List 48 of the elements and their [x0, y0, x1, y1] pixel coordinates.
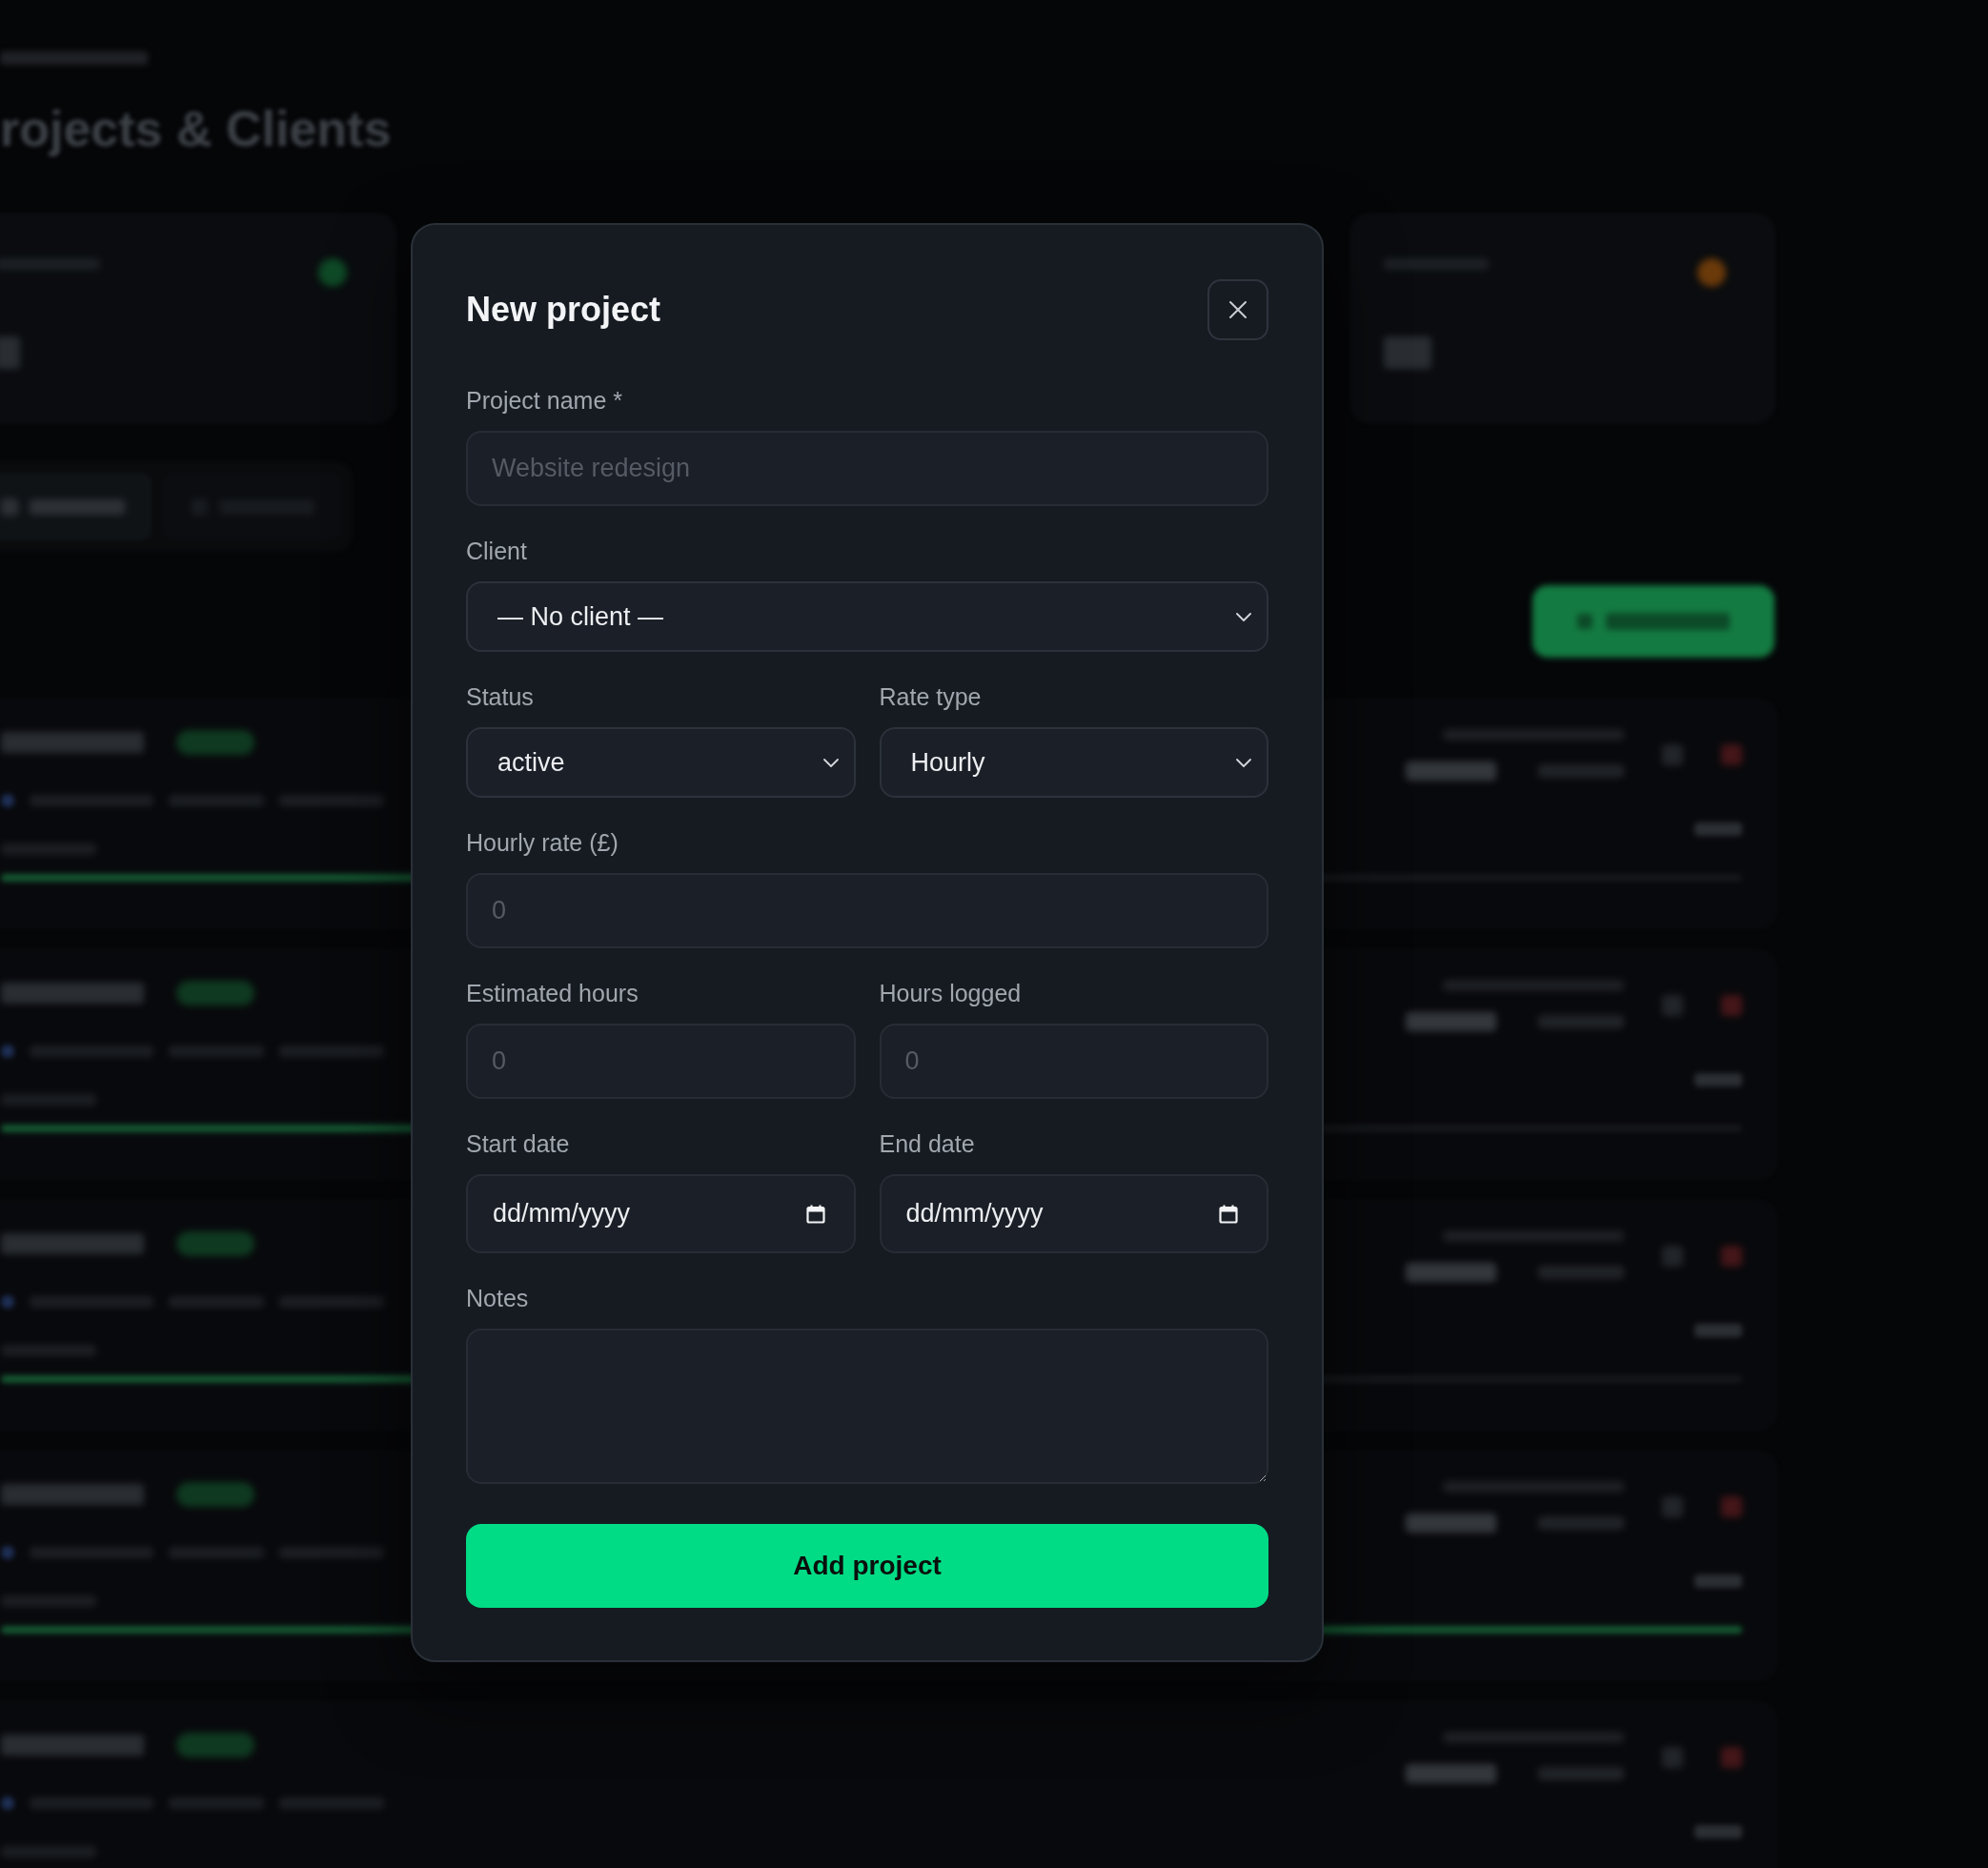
notes-field[interactable]	[466, 1329, 1268, 1484]
blurred-text	[1694, 1574, 1742, 1588]
select-field[interactable]: Hourly	[879, 727, 1268, 798]
date-field[interactable]: dd/mm/yyyy	[466, 1174, 856, 1253]
blurred-icon[interactable]	[1721, 1246, 1742, 1267]
blurred-text	[1694, 1825, 1742, 1838]
blurred-icon[interactable]	[1721, 744, 1742, 765]
blurred-icon[interactable]	[1662, 1246, 1683, 1267]
add-project-button[interactable]: Add project	[466, 1524, 1268, 1608]
field-label: Rate type	[879, 683, 982, 710]
blurred-icon[interactable]	[1721, 1496, 1742, 1517]
date-field[interactable]: dd/mm/yyyy	[879, 1174, 1268, 1253]
blurred-icon[interactable]	[1662, 995, 1683, 1016]
field-label: Start date	[466, 1130, 570, 1157]
field-label: Status	[466, 683, 534, 710]
blurred-icon[interactable]	[1721, 1747, 1742, 1768]
new-project-button[interactable]	[1532, 585, 1775, 658]
close-button[interactable]	[1207, 279, 1268, 340]
field-label: Client	[466, 538, 527, 564]
field-label: Notes	[466, 1285, 529, 1311]
field-label: End date	[879, 1130, 975, 1157]
input-field[interactable]: 0	[879, 1024, 1268, 1099]
page-title: rojects & Clients	[0, 100, 392, 158]
input-field[interactable]: Website redesign	[466, 431, 1268, 506]
close-icon	[1228, 300, 1248, 319]
field-label: Hourly rate (£)	[466, 829, 619, 856]
blurred-text	[1694, 822, 1742, 836]
blurred-text	[1694, 1073, 1742, 1086]
field-label: Project name *	[466, 387, 622, 414]
blurred-icon[interactable]	[1662, 1747, 1683, 1768]
chevron-down-icon	[1236, 612, 1251, 621]
select-field[interactable]: — No client —	[466, 581, 1268, 652]
calendar-icon[interactable]	[1219, 1204, 1238, 1224]
chevron-down-icon	[1236, 758, 1251, 767]
blurred-text	[1384, 336, 1431, 369]
chevron-down-icon	[822, 758, 839, 767]
field-label: Hours logged	[879, 980, 1022, 1006]
blurred-text	[1694, 1324, 1742, 1337]
input-field[interactable]: 0	[466, 873, 1268, 948]
field-label: Estimated hours	[466, 980, 639, 1006]
blurred-text	[0, 336, 20, 369]
blurred-icon[interactable]	[1662, 1496, 1683, 1517]
dialog-title: New project	[466, 289, 661, 331]
input-field[interactable]: 0	[466, 1024, 856, 1099]
blurred-icon[interactable]	[1662, 744, 1683, 765]
select-field[interactable]: active	[466, 727, 856, 798]
calendar-icon[interactable]	[805, 1204, 825, 1224]
blurred-icon[interactable]	[1721, 995, 1742, 1016]
